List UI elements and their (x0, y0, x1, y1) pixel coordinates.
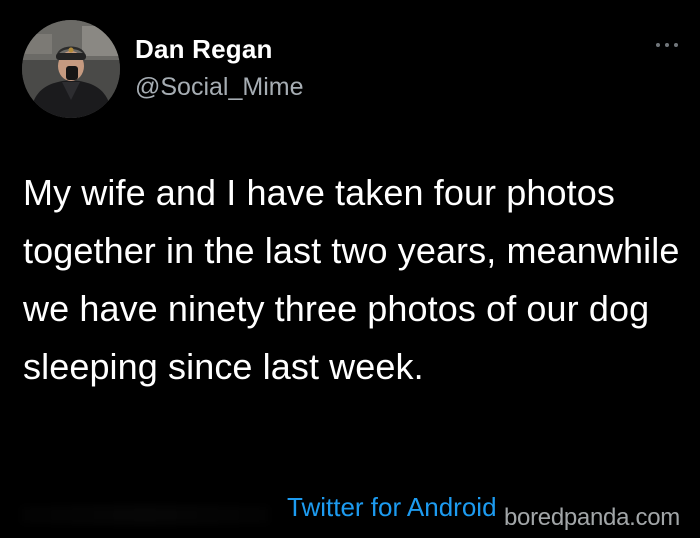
more-dot (665, 43, 669, 47)
avatar[interactable] (22, 20, 120, 118)
tweet-source-link[interactable]: Twitter for Android (287, 492, 497, 523)
watermark: boredpanda.com (504, 504, 680, 531)
user-avatar-photo-icon (22, 20, 120, 118)
more-horizontal-icon[interactable] (656, 40, 678, 50)
tweet-text: My wife and I have taken four photos tog… (23, 172, 680, 387)
more-dot (674, 43, 678, 47)
tweet-card: Dan Regan @Social_Mime My wife and I hav… (0, 0, 700, 538)
author-handle[interactable]: @Social_Mime (135, 73, 303, 102)
blurred-timestamp (20, 505, 270, 525)
author-display-name[interactable]: Dan Regan (135, 34, 273, 65)
more-dot (656, 43, 660, 47)
